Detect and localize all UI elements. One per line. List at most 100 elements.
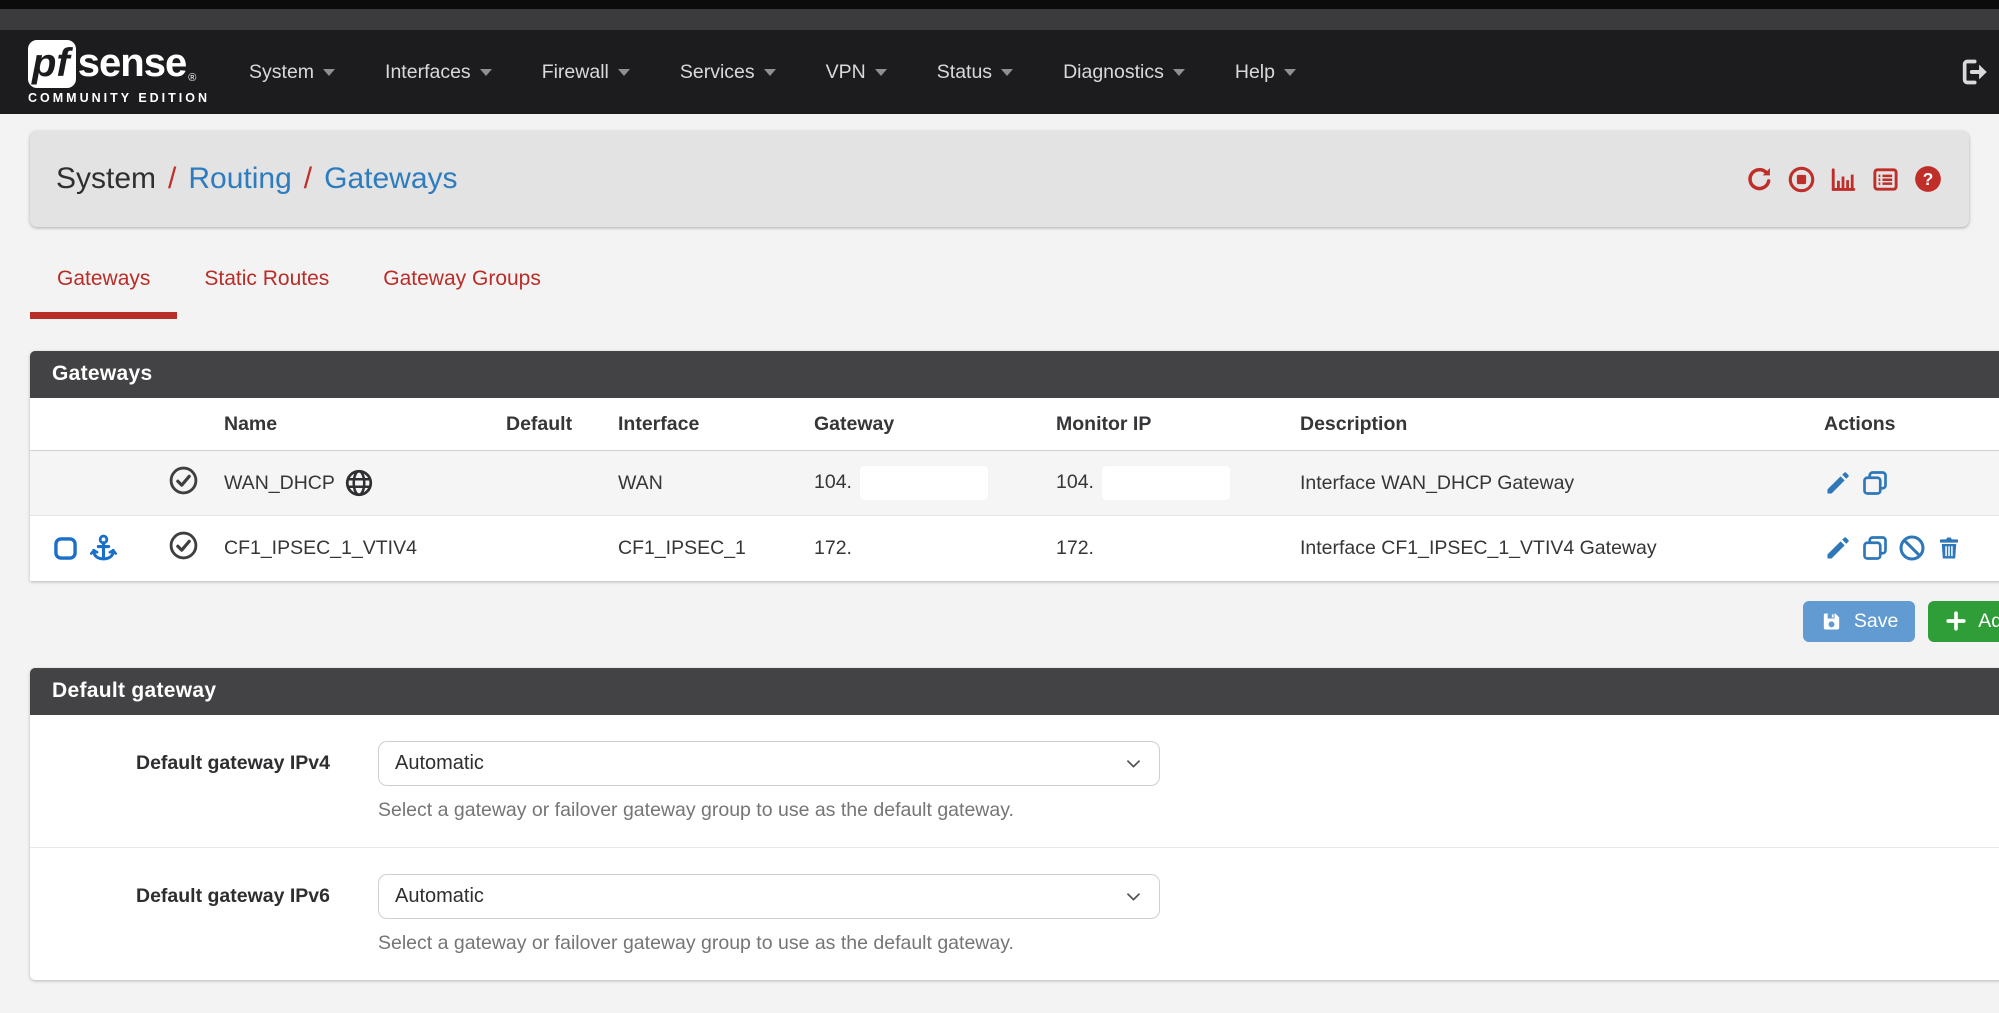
tab-static-routes[interactable]: Static Routes: [177, 267, 356, 319]
plus-icon: [1945, 610, 1967, 632]
edit-icon[interactable]: [1824, 469, 1852, 497]
add-button[interactable]: Add: [1928, 601, 1999, 642]
default-gateway-ipv6-help: Select a gateway or failover gateway gro…: [378, 932, 1160, 955]
field-row-ipv4: Default gateway IPv4 Automatic Select a …: [30, 715, 1999, 847]
nav-label: Diagnostics: [1063, 61, 1164, 84]
gateways-table: Name Default Interface Gateway Monitor I…: [30, 398, 1999, 581]
copy-icon[interactable]: [1861, 469, 1889, 497]
checkbox-icon[interactable]: [52, 535, 79, 562]
nav-item-system[interactable]: System: [224, 61, 360, 84]
gateway-ip: 104.: [814, 471, 852, 493]
disable-icon[interactable]: [1898, 534, 1926, 562]
header-default: Default: [496, 398, 608, 451]
refresh-icon[interactable]: [1745, 165, 1774, 194]
nav-label: Status: [937, 61, 992, 84]
save-button[interactable]: Save: [1803, 601, 1915, 642]
chevron-down-icon: [1001, 69, 1013, 76]
selected-value: Automatic: [395, 885, 484, 908]
nav-item-diagnostics[interactable]: Diagnostics: [1038, 61, 1210, 84]
row-select-cell: [30, 451, 158, 516]
redacted-ip: [860, 466, 988, 500]
header-gateway: Gateway: [804, 398, 1046, 451]
default-cell: [496, 516, 608, 581]
redacted-ip: [1102, 466, 1230, 500]
actions-cell: [1814, 516, 1999, 581]
gateway-name: WAN_DHCP: [224, 472, 335, 495]
anchor-icon[interactable]: [88, 533, 119, 564]
nav-label: Services: [680, 61, 755, 84]
nav-menu: System Interfaces Firewall Services VPN …: [224, 61, 1321, 84]
chevron-down-icon: [323, 69, 335, 76]
table-row-cf1-ipsec: CF1_IPSEC_1_VTIV4 CF1_IPSEC_1 172. 172. …: [30, 516, 1999, 581]
logo-tagline: COMMUNITY EDITION: [28, 91, 210, 105]
header-status: [158, 398, 214, 451]
nav-label: Firewall: [542, 61, 609, 84]
monitor-ip-cell: 172.: [1046, 516, 1290, 581]
check-circle-icon: [168, 465, 199, 496]
description-cell: Interface CF1_IPSEC_1_VTIV4 Gateway: [1290, 516, 1814, 581]
window-chrome-strip: [0, 9, 1999, 30]
gateways-panel: Gateways Name Default Interface Gateway …: [30, 351, 1999, 581]
description-cell: Interface WAN_DHCP Gateway: [1290, 451, 1814, 516]
gateway-name-cell: WAN_DHCP: [214, 451, 496, 516]
default-gateway-ipv4-label: Default gateway IPv4: [30, 741, 330, 822]
nav-label: Help: [1235, 61, 1275, 84]
breadcrumb-link-gateways[interactable]: Gateways: [324, 162, 457, 196]
breadcrumb: System / Routing / Gateways: [56, 162, 458, 196]
table-header-row: Name Default Interface Gateway Monitor I…: [30, 398, 1999, 451]
breadcrumb-link-routing[interactable]: Routing: [188, 162, 291, 196]
breadcrumb-panel: System / Routing / Gateways ?: [30, 131, 1969, 227]
table-buttons-row: Save Add: [30, 601, 1999, 642]
routing-tabs: Gateways Static Routes Gateway Groups: [30, 267, 1969, 319]
default-gateway-panel: Default gateway Default gateway IPv4 Aut…: [30, 668, 1999, 980]
nav-item-services[interactable]: Services: [655, 61, 801, 84]
header-select: [30, 398, 158, 451]
breadcrumb-root: System: [56, 162, 156, 196]
nav-item-interfaces[interactable]: Interfaces: [360, 61, 517, 84]
log-icon[interactable]: [1871, 165, 1900, 194]
stop-icon[interactable]: [1787, 165, 1816, 194]
interface-cell: CF1_IPSEC_1: [608, 516, 804, 581]
header-description: Description: [1290, 398, 1814, 451]
bar-chart-icon[interactable]: [1829, 165, 1858, 194]
row-status-cell: [158, 451, 214, 516]
pfsense-logo[interactable]: pf sense ® COMMUNITY EDITION: [28, 40, 210, 105]
logo-sense-text: sense: [78, 41, 186, 86]
nav-item-status[interactable]: Status: [912, 61, 1038, 84]
save-button-label: Save: [1854, 610, 1898, 633]
nav-label: System: [249, 61, 314, 84]
nav-item-help[interactable]: Help: [1210, 61, 1321, 84]
header-name: Name: [214, 398, 496, 451]
breadcrumb-action-icons: ?: [1745, 164, 1943, 194]
gateways-panel-title: Gateways: [30, 351, 1999, 398]
edit-icon[interactable]: [1824, 534, 1852, 562]
breadcrumb-separator: /: [168, 162, 176, 196]
default-gateway-ipv4-help: Select a gateway or failover gateway gro…: [378, 799, 1160, 822]
logo-reg-mark: ®: [188, 72, 196, 84]
svg-text:?: ?: [1923, 169, 1934, 189]
nav-label: Interfaces: [385, 61, 471, 84]
default-gateway-ipv6-select[interactable]: Automatic: [378, 874, 1160, 919]
header-actions: Actions: [1814, 398, 1999, 451]
default-gateway-ipv6-label: Default gateway IPv6: [30, 874, 330, 955]
nav-item-vpn[interactable]: VPN: [801, 61, 912, 84]
tab-gateway-groups[interactable]: Gateway Groups: [356, 267, 568, 319]
chevron-down-icon: [1284, 69, 1296, 76]
logout-button[interactable]: [1957, 55, 1991, 89]
globe-icon: [344, 468, 374, 498]
breadcrumb-separator: /: [304, 162, 312, 196]
nav-item-firewall[interactable]: Firewall: [517, 61, 655, 84]
default-cell: [496, 451, 608, 516]
gateway-ip-cell: 172.: [804, 516, 1046, 581]
sign-out-icon: [1957, 55, 1991, 89]
delete-icon[interactable]: [1935, 534, 1963, 562]
top-navbar: pf sense ® COMMUNITY EDITION System Inte…: [0, 30, 1999, 114]
help-icon[interactable]: ?: [1913, 164, 1943, 194]
copy-icon[interactable]: [1861, 534, 1889, 562]
logo-pf-box: pf: [28, 40, 76, 88]
save-icon: [1820, 610, 1843, 633]
chevron-down-icon: [875, 69, 887, 76]
default-gateway-ipv4-select[interactable]: Automatic: [378, 741, 1160, 786]
chevron-down-icon: [618, 69, 630, 76]
tab-gateways[interactable]: Gateways: [30, 267, 177, 319]
